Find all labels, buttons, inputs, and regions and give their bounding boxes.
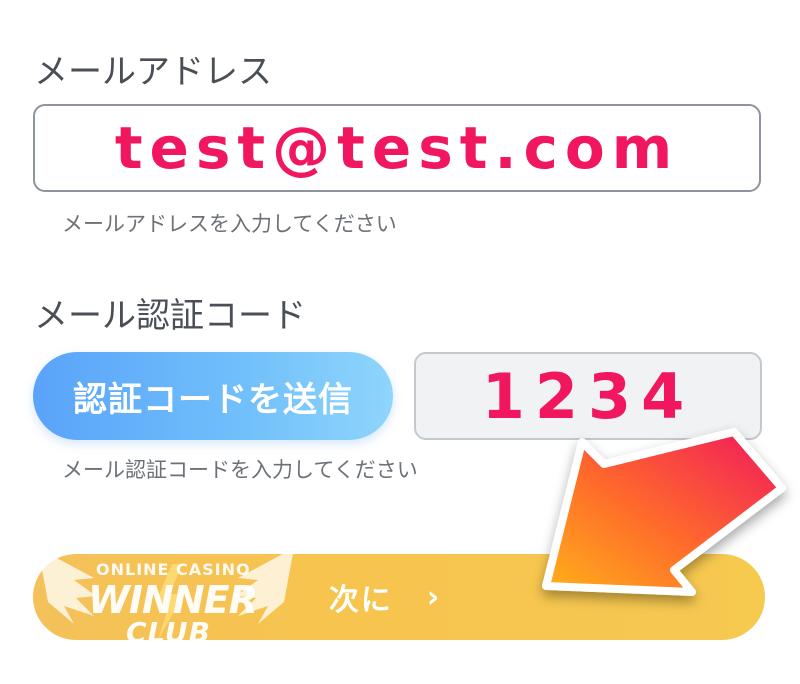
send-code-button-label: 認証コードを送信: [73, 379, 353, 420]
next-button[interactable]: 次に ›: [33, 554, 765, 640]
email-field[interactable]: test@test.com: [33, 104, 761, 192]
verification-code-value: 1234: [481, 359, 695, 433]
email-hint: メールアドレスを入力してください: [62, 212, 397, 236]
verification-code-field[interactable]: 1234: [414, 352, 762, 440]
next-button-label: 次に: [328, 583, 393, 618]
email-label: メールアドレス: [34, 52, 272, 92]
send-code-button[interactable]: 認証コードを送信: [33, 352, 393, 440]
chevron-right-icon: ›: [426, 579, 440, 615]
email-value: test@test.com: [114, 114, 680, 182]
verification-code-label: メール認証コード: [34, 296, 306, 336]
verification-code-hint: メール認証コードを入力してください: [62, 458, 418, 482]
